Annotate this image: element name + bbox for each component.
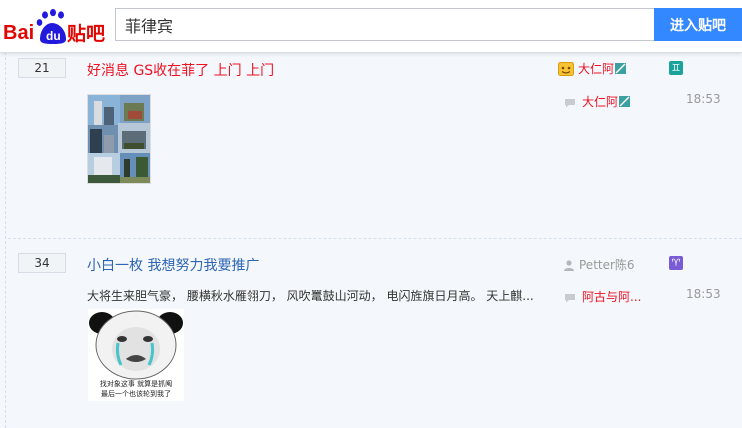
search-box[interactable] <box>115 8 654 41</box>
top-bar: Bai du 贴吧 进入贴吧 <box>0 0 742 53</box>
gemini-icon: ♊ <box>669 61 683 75</box>
svg-text:du: du <box>46 29 61 43</box>
aries-icon: ♈ <box>669 256 683 270</box>
thread-title[interactable]: 小白一枚 我想努力我要推广 <box>87 255 259 275</box>
thread-image-thumbnail[interactable] <box>87 94 151 184</box>
thread-author[interactable]: 大仁阿 <box>558 60 627 77</box>
enter-tieba-button[interactable]: 进入贴吧 <box>654 8 742 41</box>
thread-title[interactable]: 好消息 GS收在菲了 上门 上门 <box>87 60 274 80</box>
author-name[interactable]: Petter陈6 <box>579 256 635 273</box>
search-input[interactable] <box>116 9 654 40</box>
meme-caption-line1: 找对象这事 就算是抓阄 <box>100 379 172 388</box>
level-icon <box>619 96 631 107</box>
baidu-tieba-logo[interactable]: Bai du 贴吧 <box>2 9 108 45</box>
last-reply-user[interactable]: 大仁阿 <box>564 93 631 110</box>
vip-face-icon <box>558 61 574 76</box>
svg-text:贴吧: 贴吧 <box>67 23 105 45</box>
reply-count-badge: 21 <box>18 58 66 78</box>
last-reply-name[interactable]: 阿古与阿... <box>582 288 641 305</box>
level-icon <box>615 63 627 74</box>
last-reply-user[interactable]: 阿古与阿... <box>564 288 641 305</box>
user-icon <box>563 259 575 271</box>
last-reply-name[interactable]: 大仁阿 <box>582 93 618 110</box>
reply-bubble-icon <box>564 97 576 107</box>
thread-author[interactable]: Petter陈6 <box>563 256 635 273</box>
reply-count-badge: 34 <box>18 253 66 273</box>
thread-separator <box>8 238 742 239</box>
panda-meme-image[interactable]: 找对象这事 就算是抓阄 最后一个也该轮到我了 <box>88 309 184 401</box>
last-reply-time: 18:53 <box>686 92 721 106</box>
meme-caption-line2: 最后一个也该轮到我了 <box>101 389 171 398</box>
last-reply-time: 18:53 <box>686 287 721 301</box>
reply-bubble-icon <box>564 292 576 302</box>
thread-excerpt: 大将生来胆气豪， 腰横秋水雁翎刀， 风吹鼍鼓山河动， 电闪旌旗日月高。 天上麒.… <box>87 289 534 303</box>
author-name[interactable]: 大仁阿 <box>578 60 614 77</box>
left-guide-line <box>5 52 6 428</box>
svg-text:Bai: Bai <box>3 22 34 44</box>
